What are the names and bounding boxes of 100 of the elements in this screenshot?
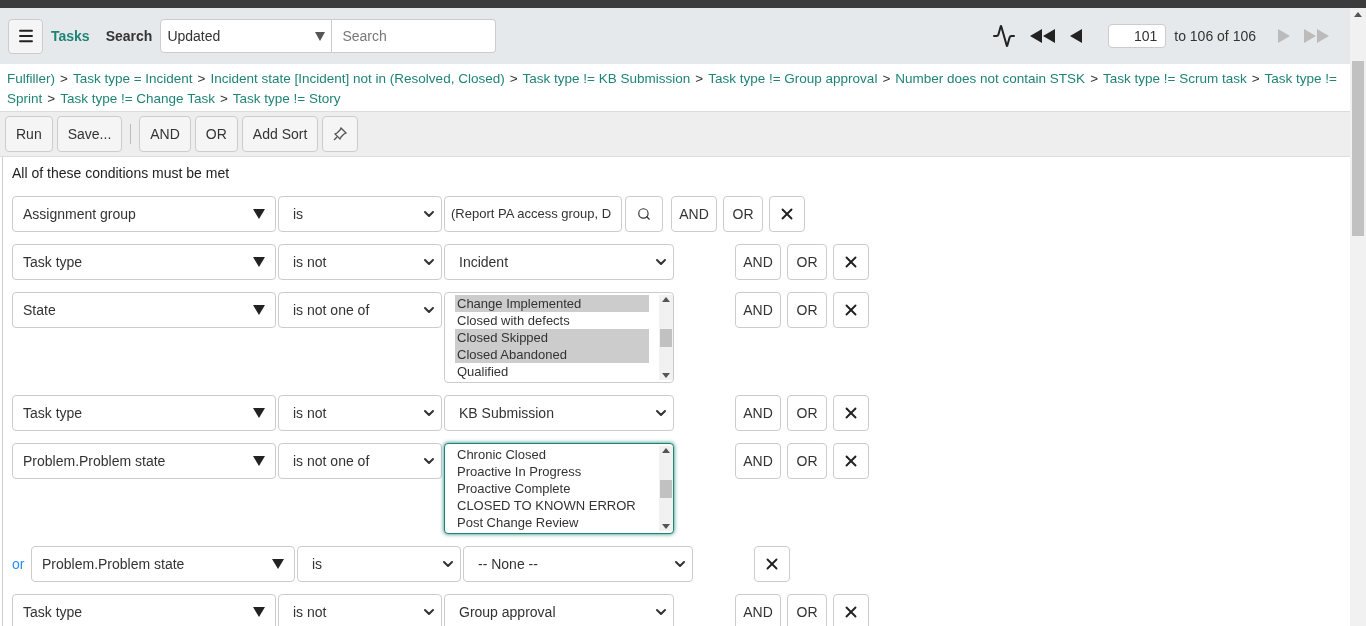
logic-button[interactable]: AND (735, 443, 781, 479)
breadcrumb-link[interactable]: Number does not contain STSK (895, 69, 1086, 89)
operator-select[interactable]: is not (278, 395, 442, 431)
multi-select-list[interactable]: Change Implemented Closed with defects Closed Skipped Closed Abandoned Qualified (444, 292, 674, 383)
breadcrumb-link[interactable]: Sprint (7, 89, 43, 109)
scrollbar[interactable] (659, 295, 673, 380)
operator-select[interactable]: is not one of (278, 443, 442, 479)
menu-button[interactable] (8, 18, 43, 54)
logic-button[interactable]: OR (787, 395, 827, 431)
operator-select[interactable]: is (278, 196, 442, 232)
logic-button[interactable]: OR (787, 594, 827, 626)
search-icon (637, 207, 651, 221)
conditions-heading: All of these conditions must be met (12, 164, 231, 183)
remove-condition-button[interactable] (769, 196, 805, 232)
list-option[interactable]: Proactive In Progress (455, 463, 649, 480)
toolbar-button[interactable]: Run (5, 116, 53, 152)
breadcrumb-link[interactable]: Task type != Group approval (708, 69, 878, 89)
breadcrumb-link[interactable]: Task type != Story (232, 89, 341, 109)
list-option[interactable]: Qualified (455, 363, 649, 380)
breadcrumb-separator: > (47, 90, 56, 108)
list-option[interactable]: CLOSED TO KNOWN ERROR (455, 497, 649, 514)
lookup-button[interactable] (625, 196, 663, 232)
scrollbar-thumb[interactable] (660, 479, 672, 498)
logic-button[interactable]: AND (735, 292, 781, 328)
breadcrumb-link[interactable]: Incident state [Incident] not in (Resolved, Closed) (210, 69, 505, 89)
logic-button[interactable]: AND (671, 196, 717, 232)
caret-icon (272, 559, 284, 569)
logic-button[interactable]: AND (735, 395, 781, 431)
scrollbar-thumb[interactable] (660, 328, 672, 347)
pin-button[interactable] (322, 116, 359, 152)
or-label: or (12, 555, 26, 574)
operator-select[interactable]: is not one of (278, 292, 442, 328)
list-option[interactable]: Closed Skipped (455, 329, 649, 346)
pulse-icon[interactable] (992, 24, 1017, 48)
caret-icon (253, 607, 265, 617)
breadcrumb-separator: > (882, 70, 891, 88)
caret-icon (253, 209, 265, 219)
list-option[interactable]: Chronic Closed (455, 446, 649, 463)
search-field-select[interactable]: Updated (160, 19, 333, 53)
previous-page-icon[interactable] (1070, 29, 1083, 43)
toolbar-button[interactable]: Save... (56, 116, 123, 152)
list-title: Tasks (51, 26, 90, 46)
breadcrumb-link[interactable]: Task type != Change Task (60, 89, 215, 109)
logic-button[interactable]: OR (787, 443, 827, 479)
breadcrumb-link[interactable]: Task type = Incident (72, 69, 193, 89)
remove-condition-button[interactable] (754, 546, 790, 582)
caret-icon (253, 456, 265, 466)
toolbar-button[interactable]: OR (194, 116, 238, 152)
list-option[interactable]: Post Change Review (455, 514, 649, 531)
field-select[interactable]: State (12, 292, 276, 328)
value-select[interactable]: -- None -- (463, 546, 693, 582)
page-input[interactable]: 101 (1108, 24, 1167, 48)
field-select[interactable]: Task type (12, 594, 276, 626)
logic-button[interactable]: OR (787, 244, 827, 280)
field-select[interactable]: Task type (12, 395, 276, 431)
breadcrumb-link[interactable]: Fulfiller) (7, 69, 55, 89)
search-label: Search (105, 26, 153, 46)
list-option[interactable]: Change Implemented (455, 295, 649, 312)
operator-select[interactable]: is not (278, 244, 442, 280)
breadcrumb-link[interactable]: Task type != KB Submission (522, 69, 691, 89)
field-select[interactable]: Assignment group (12, 196, 276, 232)
value-select[interactable]: Incident (444, 244, 674, 280)
breadcrumb-link[interactable]: Task type != (1264, 69, 1337, 89)
remove-condition-button[interactable] (833, 244, 869, 280)
breadcrumb-separator: > (60, 70, 68, 88)
caret-icon (315, 31, 326, 41)
value-select[interactable]: Group approval (444, 594, 674, 626)
breadcrumb-link[interactable]: Task type != Scrum task (1103, 69, 1247, 89)
breadcrumb-separator: > (1251, 70, 1260, 88)
scroll-up-icon (662, 448, 670, 453)
reference-field[interactable]: (Report PA access group, D (444, 196, 622, 232)
scrollbar[interactable] (659, 446, 673, 531)
field-select[interactable]: Problem.Problem state (12, 443, 276, 479)
logic-button[interactable]: OR (787, 292, 827, 328)
scroll-up-icon (1354, 12, 1362, 17)
remove-condition-button[interactable] (833, 292, 869, 328)
logic-button[interactable]: OR (723, 196, 763, 232)
logic-button[interactable]: AND (735, 244, 781, 280)
operator-select[interactable]: is (297, 546, 461, 582)
page-scrollbar[interactable] (1350, 8, 1366, 626)
remove-condition-button[interactable] (833, 443, 869, 479)
field-select[interactable]: Task type (12, 244, 276, 280)
multi-select-list[interactable]: Chronic Closed Proactive In Progress Proactive Complete CLOSED TO KNOWN ERROR Post Change Review (444, 443, 674, 534)
list-option[interactable]: Closed Abandoned (455, 346, 649, 363)
value-select[interactable]: KB Submission (444, 395, 674, 431)
search-input[interactable]: Search (332, 19, 497, 53)
logic-button[interactable]: AND (735, 594, 781, 626)
page-range: to 106 of 106 (1174, 26, 1256, 46)
toolbar-button[interactable]: AND (139, 116, 191, 152)
breadcrumb-separator: > (219, 90, 228, 108)
toolbar-button[interactable]: Add Sort (241, 116, 319, 152)
field-select[interactable]: Problem.Problem state (31, 546, 295, 582)
list-option[interactable]: Proactive Complete (455, 480, 649, 497)
list-option[interactable]: Closed with defects (455, 312, 649, 329)
operator-select[interactable]: is not (278, 594, 442, 626)
remove-condition-button[interactable] (833, 395, 869, 431)
first-page-icon[interactable] (1030, 29, 1057, 43)
remove-condition-button[interactable] (833, 594, 869, 626)
pin-icon (333, 127, 348, 141)
scrollbar-thumb[interactable] (1352, 61, 1364, 236)
